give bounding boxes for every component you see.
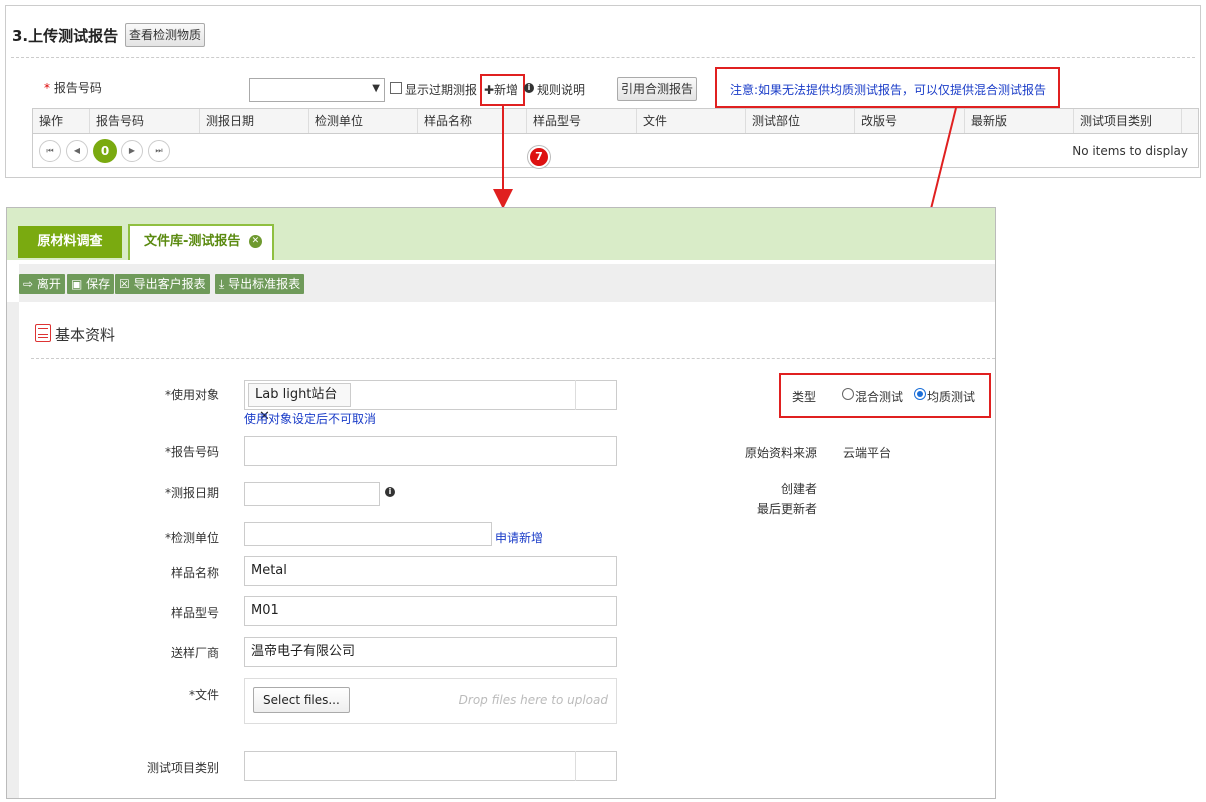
export-customer-label: 导出客户报表	[133, 277, 206, 291]
vendor-label: 送样厂商	[170, 646, 219, 660]
leave-label: 离开	[36, 277, 61, 291]
type-label: 类型	[792, 390, 817, 404]
sample-name-label: 样品名称	[170, 566, 219, 580]
file-upload-area[interactable]: Select files... Drop files here to uploa…	[244, 678, 617, 724]
vendor-input[interactable]: 温帝电子有限公司	[244, 637, 617, 667]
test-date-label: *测报日期	[164, 486, 219, 500]
left-strip	[7, 302, 19, 798]
drop-hint: Drop files here to upload	[458, 693, 608, 707]
test-date-input[interactable]	[244, 482, 380, 506]
floppy-icon: ▣	[71, 277, 83, 291]
form-content: 基本资料 *使用对象 Lab light站台 ✕ 使用对象设定后不可取消 *报告…	[19, 302, 995, 798]
exit-icon: ⇨	[23, 277, 34, 291]
toolbar: ⇨ 离开 ▣ 保存 ☒ 导出客户报表 ⤓ 导出标准报表	[19, 264, 995, 302]
test-report-window: 原材料调查 文件库-测试报告 ✕ ⇨ 离开 ▣ 保存 ☒ 导出客户报表 ⤓ 导出…	[6, 207, 996, 799]
use-target-tag: Lab light站台 ✕	[248, 383, 351, 424]
radio-mixed-test[interactable]	[842, 388, 854, 400]
lab-select[interactable]	[244, 522, 492, 546]
leave-button[interactable]: ⇨ 离开	[19, 274, 65, 294]
use-target-label: *使用对象	[164, 388, 219, 402]
export-standard-label: 导出标准报表	[228, 277, 301, 291]
save-button[interactable]: ▣ 保存	[67, 274, 115, 294]
dropdown-area[interactable]	[575, 751, 617, 781]
dropdown-area[interactable]	[575, 380, 617, 410]
report-no-label: *报告号码	[164, 445, 219, 459]
tab-file-test-report[interactable]: 文件库-测试报告 ✕	[128, 224, 274, 260]
sample-model-label: 样品型号	[170, 606, 219, 620]
save-label: 保存	[86, 277, 111, 291]
tab-label: 文件库-测试报告	[144, 234, 241, 249]
sample-name-input[interactable]: Metal	[244, 556, 617, 586]
download-icon: ⤓	[219, 277, 225, 291]
list-icon	[35, 324, 51, 342]
radio-homogeneous-label: 均质测试	[927, 390, 976, 404]
radio-dot	[917, 391, 923, 397]
export-standard-button[interactable]: ⤓ 导出标准报表	[215, 274, 305, 294]
tab-material-survey[interactable]: 原材料调查	[18, 226, 122, 258]
file-label: *文件	[188, 688, 219, 702]
creator-label: 创建者	[781, 482, 818, 496]
report-no-input[interactable]	[244, 436, 617, 466]
use-target-tag-text: Lab light站台	[255, 387, 338, 402]
radio-mixed-label: 混合测试	[855, 390, 904, 404]
use-target-hint: 使用对象设定后不可取消	[244, 412, 377, 426]
close-icon[interactable]: ✕	[248, 235, 262, 248]
lab-label: *检测单位	[164, 531, 219, 545]
use-target-field[interactable]: Lab light站台 ✕	[244, 380, 617, 424]
export-customer-button[interactable]: ☒ 导出客户报表	[115, 274, 210, 294]
test-category-label: 测试项目类别	[146, 761, 219, 775]
info-icon: i	[385, 487, 395, 497]
divider	[31, 358, 995, 359]
apply-new-link[interactable]: 申请新增	[495, 529, 543, 546]
excel-icon: ☒	[119, 277, 130, 291]
select-files-button[interactable]: Select files...	[253, 687, 350, 713]
source-label: 原始资料来源	[745, 446, 818, 460]
radio-homogeneous-test[interactable]	[914, 388, 926, 400]
source-value: 云端平台	[843, 446, 892, 460]
updater-label: 最后更新者	[757, 502, 818, 516]
sample-model-input[interactable]: M01	[244, 596, 617, 626]
section-title-basic: 基本资料	[55, 326, 116, 344]
test-category-field[interactable]	[244, 751, 617, 781]
